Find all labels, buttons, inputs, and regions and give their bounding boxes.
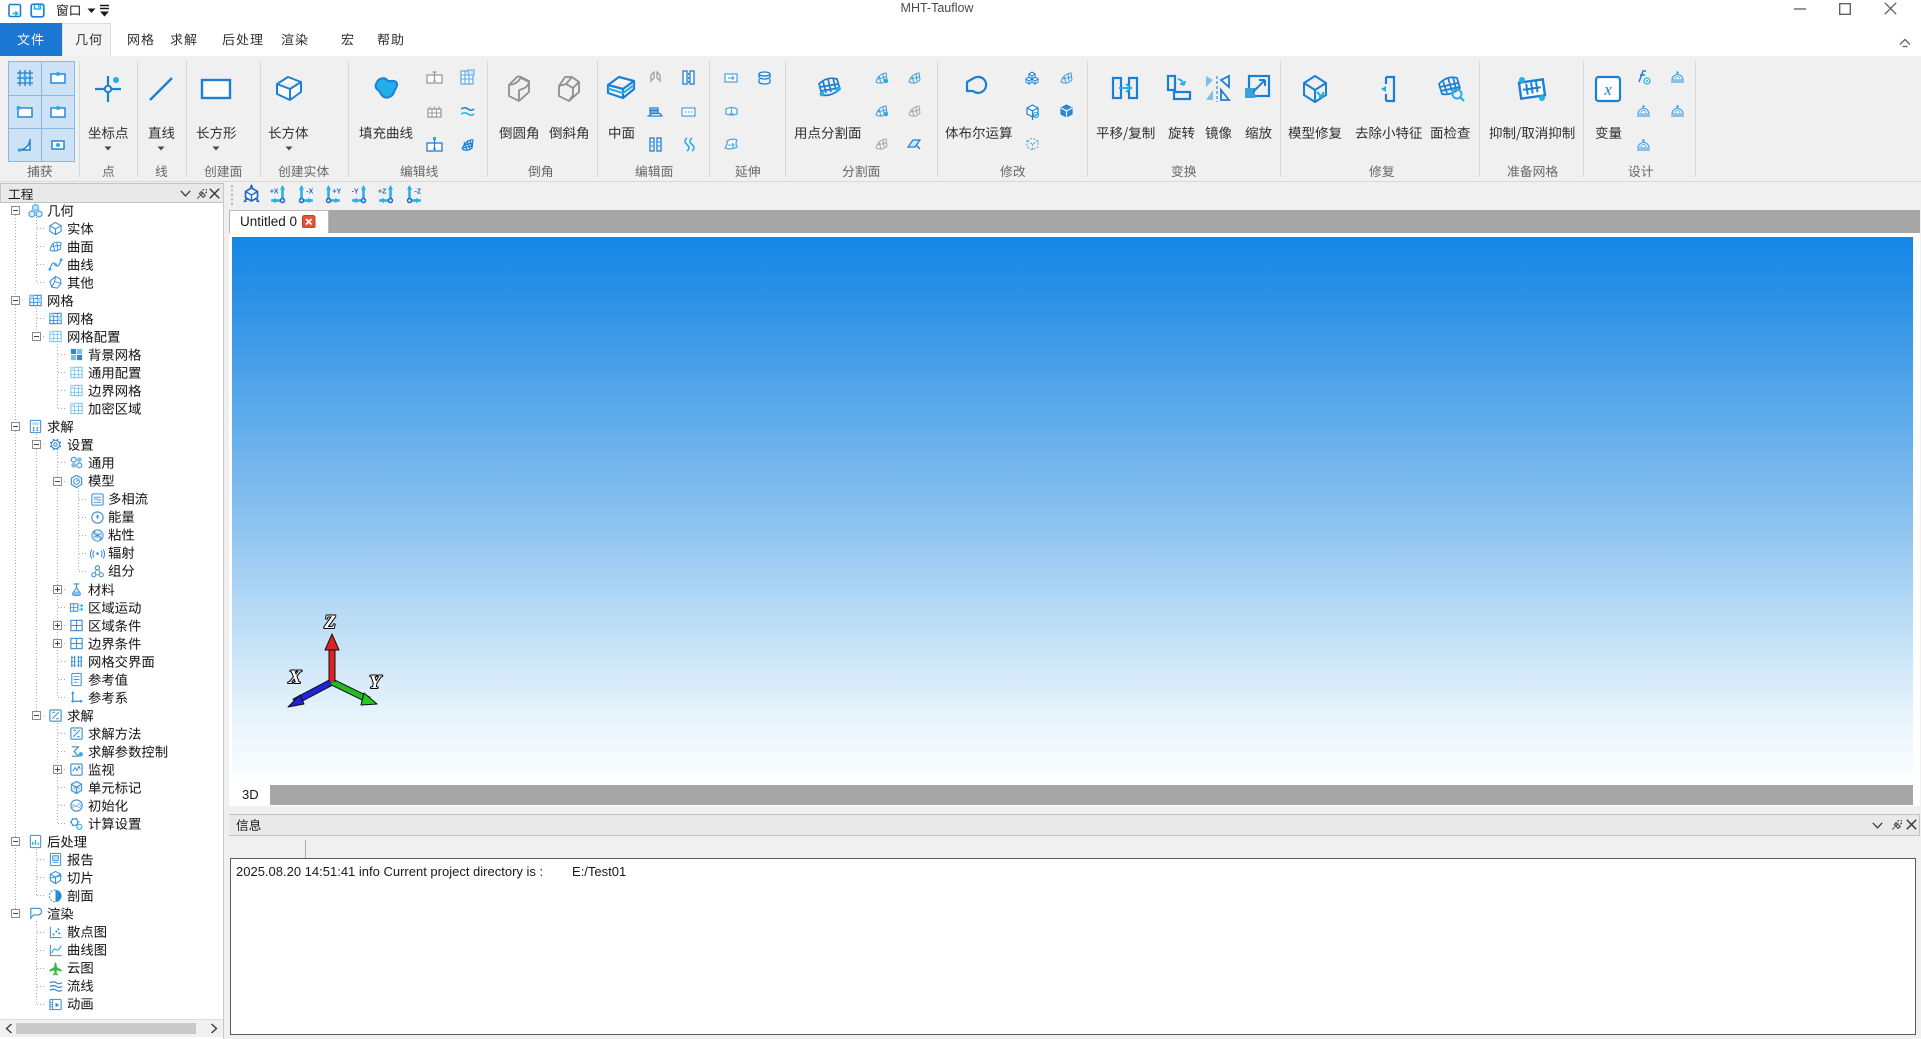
svg-text:X: X (288, 667, 303, 688)
svg-text:Z: Z (323, 612, 336, 633)
svg-text:x: x (1603, 80, 1612, 99)
svg-text:-X: -X (306, 188, 313, 195)
svg-text:+Z: +Z (378, 188, 387, 195)
svg-text:+Y: +Y (332, 188, 341, 195)
svg-text:-Y: -Y (351, 188, 358, 195)
svg-text:Y: Y (369, 672, 383, 693)
svg-text:+X: +X (269, 188, 278, 195)
svg-text:-Z: -Z (414, 188, 421, 195)
svg-text:t=0: t=0 (72, 803, 81, 810)
